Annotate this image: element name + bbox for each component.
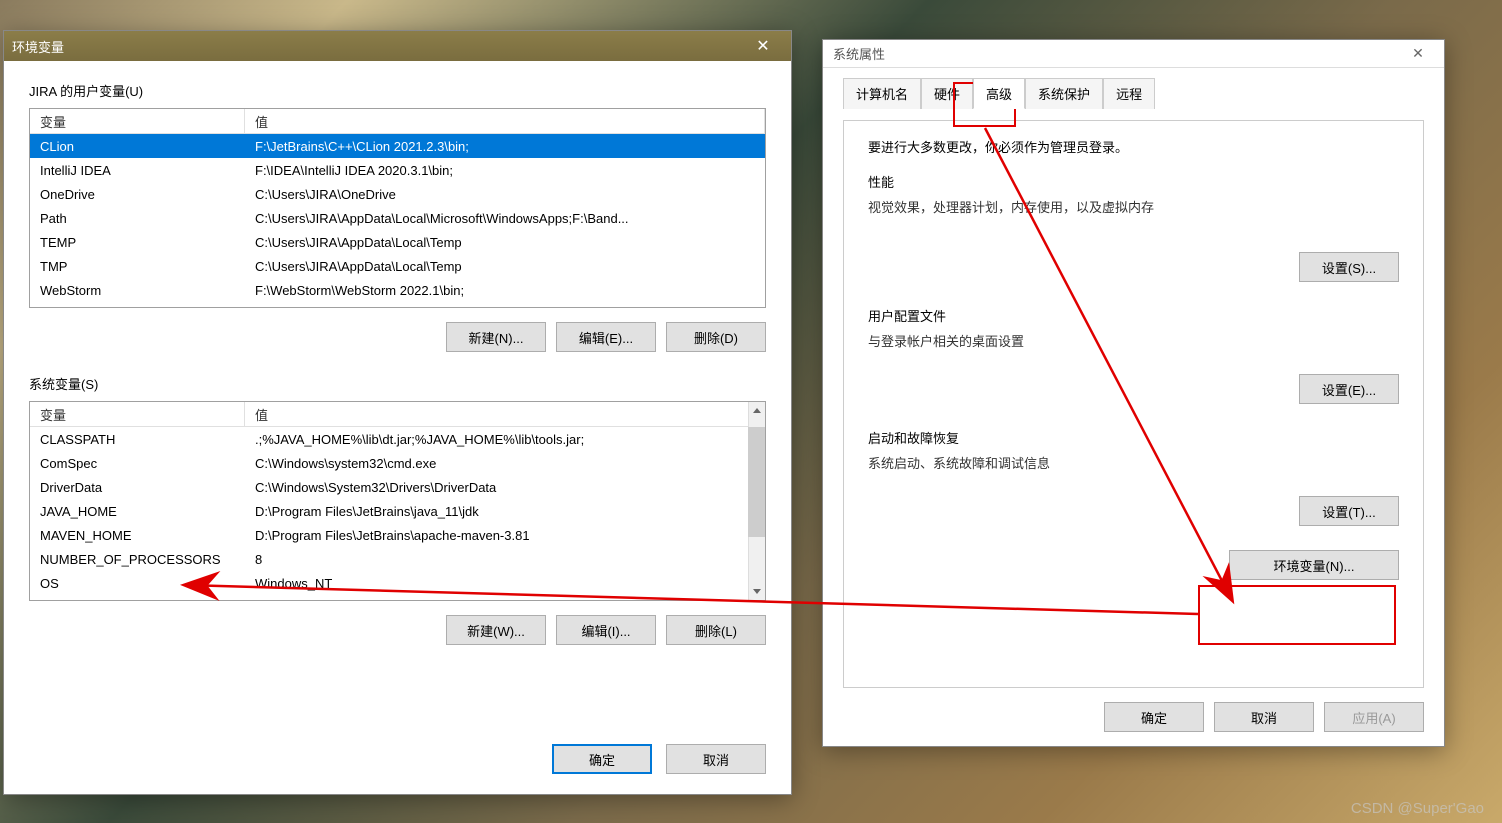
user-edit-button[interactable]: 编辑(E)... bbox=[556, 322, 656, 352]
table-row[interactable]: DriverDataC:\Windows\System32\Drivers\Dr… bbox=[30, 475, 765, 499]
sys-props-dialog: 系统属性 ✕ 计算机名硬件高级系统保护远程 要进行大多数更改，你必须作为管理员登… bbox=[822, 39, 1445, 747]
user-vars-list[interactable]: 变量 值 CLionF:\JetBrains\C++\CLion 2021.2.… bbox=[29, 108, 766, 308]
user-new-button[interactable]: 新建(N)... bbox=[446, 322, 546, 352]
sys-new-button[interactable]: 新建(W)... bbox=[446, 615, 546, 645]
sys-titlebar[interactable]: 系统属性 ✕ bbox=[823, 40, 1444, 68]
table-row[interactable]: OSWindows_NT bbox=[30, 571, 765, 595]
table-row[interactable]: MAVEN_HOMED:\Program Files\JetBrains\apa… bbox=[30, 523, 765, 547]
startup-title: 启动和故障恢复 bbox=[868, 428, 1399, 447]
env-title: 环境变量 bbox=[12, 37, 743, 56]
table-row[interactable]: IntelliJ IDEAF:\IDEA\IntelliJ IDEA 2020.… bbox=[30, 158, 765, 182]
tab-3[interactable]: 系统保护 bbox=[1025, 78, 1103, 109]
col-val[interactable]: 值 bbox=[245, 109, 765, 134]
sys-delete-button[interactable]: 删除(L) bbox=[666, 615, 766, 645]
table-row[interactable]: OneDriveC:\Users\JIRA\OneDrive bbox=[30, 182, 765, 206]
table-row[interactable]: TMPC:\Users\JIRA\AppData\Local\Temp bbox=[30, 254, 765, 278]
tab-4[interactable]: 远程 bbox=[1103, 78, 1155, 109]
profile-title: 用户配置文件 bbox=[868, 306, 1399, 325]
user-vars-label: JIRA 的用户变量(U) bbox=[29, 81, 766, 100]
tab-2[interactable]: 高级 bbox=[973, 78, 1025, 109]
col-var[interactable]: 变量 bbox=[30, 109, 245, 134]
user-delete-button[interactable]: 删除(D) bbox=[666, 322, 766, 352]
sys-edit-button[interactable]: 编辑(I)... bbox=[556, 615, 656, 645]
tab-0[interactable]: 计算机名 bbox=[843, 78, 921, 109]
table-row[interactable]: PathC:\Users\JIRA\AppData\Local\Microsof… bbox=[30, 206, 765, 230]
perf-title: 性能 bbox=[868, 172, 1399, 191]
admin-desc: 要进行大多数更改，你必须作为管理员登录。 bbox=[868, 137, 1399, 156]
table-row[interactable]: CLASSPATH.;%JAVA_HOME%\lib\dt.jar;%JAVA_… bbox=[30, 427, 765, 451]
table-row[interactable]: TEMPC:\Users\JIRA\AppData\Local\Temp bbox=[30, 230, 765, 254]
sys-vars-list[interactable]: 变量 值 CLASSPATH.;%JAVA_HOME%\lib\dt.jar;%… bbox=[29, 401, 766, 601]
tabstrip: 计算机名硬件高级系统保护远程 bbox=[843, 78, 1424, 109]
env-vars-dialog: 环境变量 ✕ JIRA 的用户变量(U) 变量 值 CLionF:\JetBra… bbox=[3, 30, 792, 795]
col-var-sys[interactable]: 变量 bbox=[30, 402, 245, 427]
startup-sub: 系统启动、系统故障和调试信息 bbox=[868, 453, 1399, 472]
sys-title: 系统属性 bbox=[833, 44, 1402, 63]
perf-sub: 视觉效果，处理器计划，内存使用，以及虚拟内存 bbox=[868, 197, 1399, 216]
tab-1[interactable]: 硬件 bbox=[921, 78, 973, 109]
sys-apply-button[interactable]: 应用(A) bbox=[1324, 702, 1424, 732]
watermark: CSDN @Super'Gao bbox=[1351, 800, 1484, 817]
sys-vars-label: 系统变量(S) bbox=[29, 374, 766, 393]
close-icon[interactable]: ✕ bbox=[1402, 45, 1434, 62]
table-row[interactable]: WebStormF:\WebStorm\WebStorm 2022.1\bin; bbox=[30, 278, 765, 302]
env-ok-button[interactable]: 确定 bbox=[552, 744, 652, 774]
profile-settings-button[interactable]: 设置(E)... bbox=[1299, 374, 1399, 404]
sys-cancel-button[interactable]: 取消 bbox=[1214, 702, 1314, 732]
tab-advanced-panel: 要进行大多数更改，你必须作为管理员登录。 性能 视觉效果，处理器计划，内存使用，… bbox=[843, 120, 1424, 688]
table-row[interactable]: ComSpecC:\Windows\system32\cmd.exe bbox=[30, 451, 765, 475]
table-row[interactable]: JAVA_HOMED:\Program Files\JetBrains\java… bbox=[30, 499, 765, 523]
env-vars-button[interactable]: 环境变量(N)... bbox=[1229, 550, 1399, 580]
sys-ok-button[interactable]: 确定 bbox=[1104, 702, 1204, 732]
col-val-sys[interactable]: 值 bbox=[245, 402, 765, 427]
env-titlebar[interactable]: 环境变量 ✕ bbox=[4, 31, 791, 61]
profile-sub: 与登录帐户相关的桌面设置 bbox=[868, 331, 1399, 350]
perf-settings-button[interactable]: 设置(S)... bbox=[1299, 252, 1399, 282]
close-icon[interactable]: ✕ bbox=[743, 34, 783, 58]
env-cancel-button[interactable]: 取消 bbox=[666, 744, 766, 774]
table-row[interactable]: CLionF:\JetBrains\C++\CLion 2021.2.3\bin… bbox=[30, 134, 765, 158]
scroll-thumb[interactable] bbox=[748, 427, 765, 537]
table-row[interactable]: NUMBER_OF_PROCESSORS8 bbox=[30, 547, 765, 571]
startup-settings-button[interactable]: 设置(T)... bbox=[1299, 496, 1399, 526]
